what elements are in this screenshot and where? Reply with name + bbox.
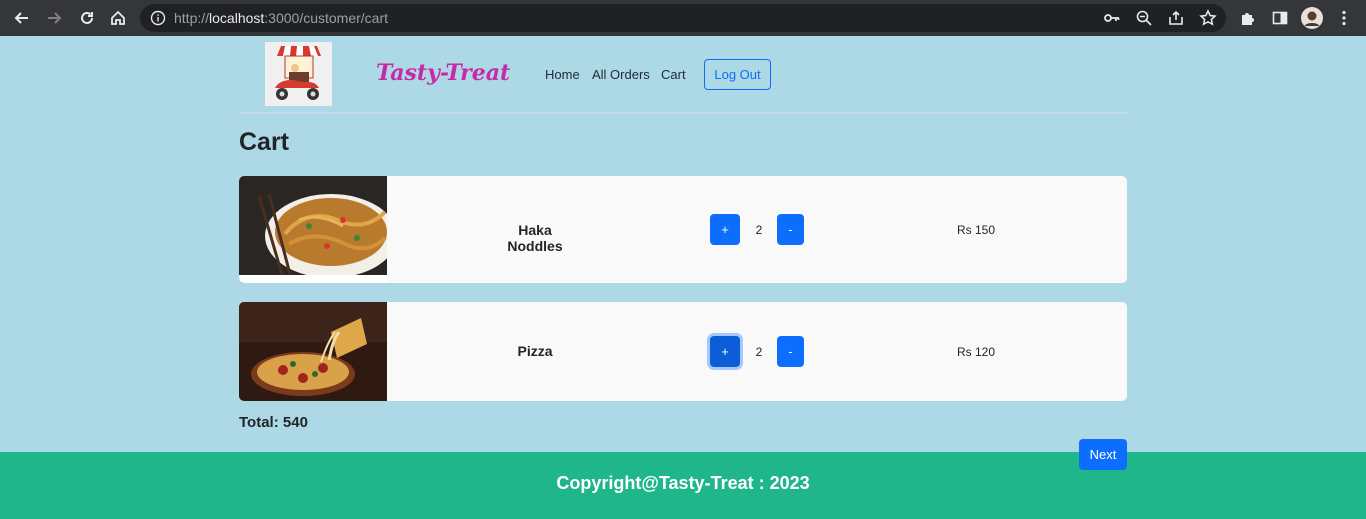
- profile-avatar-icon[interactable]: [1301, 7, 1323, 29]
- footer: Copyright@Tasty-Treat : 2023: [0, 452, 1366, 519]
- menu-kebab-icon[interactable]: [1333, 7, 1355, 29]
- share-icon[interactable]: [1165, 7, 1187, 29]
- increase-quantity-button[interactable]: +: [710, 336, 740, 367]
- item-price: Rs 150: [957, 223, 996, 237]
- nav-link-cart[interactable]: Cart: [661, 67, 686, 82]
- reload-icon[interactable]: [76, 7, 98, 29]
- back-arrow-icon[interactable]: [11, 7, 33, 29]
- noodles-image: [239, 176, 387, 283]
- info-icon[interactable]: [150, 10, 166, 31]
- item-quantity: 2: [755, 223, 763, 237]
- navbar: Tasty-Treat Home All Orders Cart Log Out: [239, 36, 1127, 114]
- footer-copyright: Copyright@Tasty-Treat : 2023: [556, 473, 810, 493]
- brand-name[interactable]: Tasty-Treat: [376, 60, 510, 86]
- forward-arrow-icon[interactable]: [43, 7, 65, 29]
- browser-toolbar: http://localhost:3000/customer/cart: [0, 0, 1366, 36]
- extensions-puzzle-icon[interactable]: [1237, 7, 1259, 29]
- nav-link-all-orders[interactable]: All Orders: [592, 67, 650, 82]
- item-name: Pizza: [517, 343, 553, 359]
- nav-link-home[interactable]: Home: [545, 67, 580, 82]
- pizza-image: [239, 302, 387, 401]
- cart-item: Haka Noddles + 2 - Rs 150: [239, 176, 1127, 283]
- address-url: http://localhost:3000/customer/cart: [174, 10, 388, 26]
- item-quantity: 2: [755, 345, 763, 359]
- decrease-quantity-button[interactable]: -: [777, 214, 804, 245]
- increase-quantity-button[interactable]: +: [710, 214, 740, 245]
- key-icon[interactable]: [1101, 7, 1123, 29]
- url-host: localhost: [209, 10, 265, 26]
- next-button[interactable]: Next: [1079, 439, 1127, 470]
- food-delivery-logo[interactable]: [265, 42, 332, 106]
- zoom-icon[interactable]: [1133, 7, 1155, 29]
- home-icon[interactable]: [107, 7, 129, 29]
- url-path: :3000/customer/cart: [264, 10, 389, 26]
- side-panel-icon[interactable]: [1269, 7, 1291, 29]
- item-price: Rs 120: [957, 345, 996, 359]
- address-bar[interactable]: http://localhost:3000/customer/cart: [140, 4, 1226, 32]
- url-scheme: http://: [174, 10, 210, 26]
- logout-button[interactable]: Log Out: [704, 59, 771, 90]
- cart-item: Pizza + 2 - Rs 120: [239, 302, 1127, 401]
- bookmark-star-icon[interactable]: [1197, 7, 1219, 29]
- cart-total: Total: 540: [239, 414, 308, 431]
- item-name: Haka Noddles: [507, 222, 563, 254]
- decrease-quantity-button[interactable]: -: [777, 336, 804, 367]
- page-title: Cart: [239, 128, 290, 156]
